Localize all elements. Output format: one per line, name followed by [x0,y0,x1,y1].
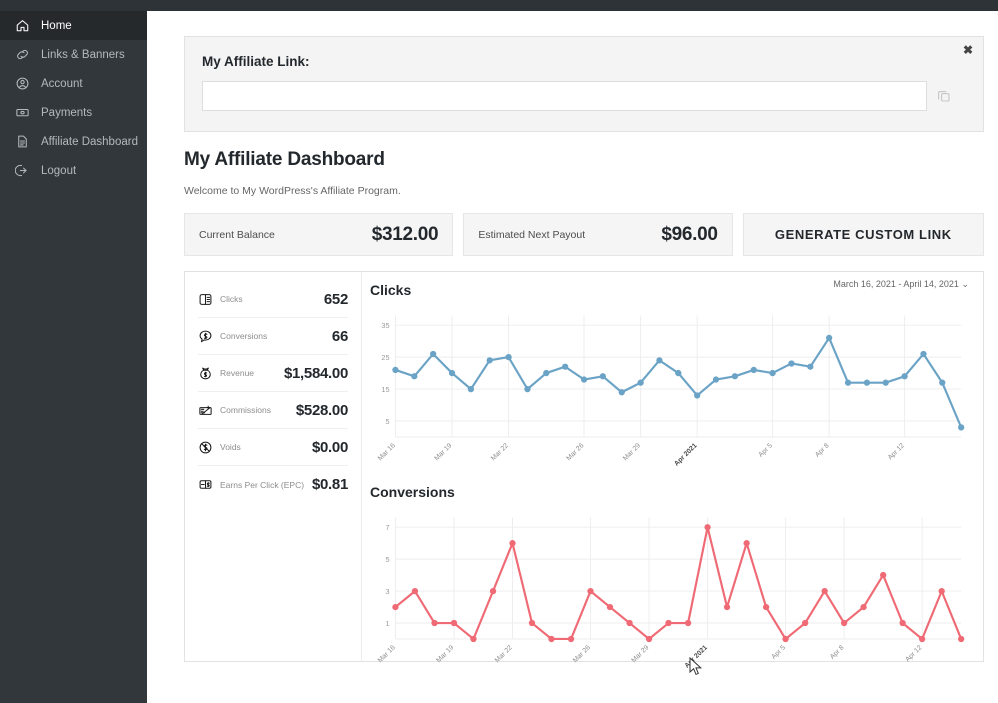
admin-top-bar [0,0,998,11]
svg-text:7: 7 [385,523,389,532]
svg-text:Apr 5: Apr 5 [757,442,774,459]
home-icon [12,16,32,36]
stat-row: Commissions$528.00 [198,392,348,429]
epc-icon [198,477,220,492]
sidebar-nav: Home Links & Banners Account Payments Affili… [0,11,147,703]
clicks-chart-header: Clicks March 16, 2021 - April 14, 2021 ⌄ [370,282,969,304]
stat-value: 66 [332,328,348,345]
document-icon [12,132,32,152]
svg-text:15: 15 [381,385,389,394]
sidebar-item-affiliate-dashboard[interactable]: Affiliate Dashboard [0,127,147,156]
stat-label: Conversions [220,331,332,341]
sidebar-item-label: Logout [41,165,76,177]
svg-text:Mar 29: Mar 29 [622,442,642,462]
conversions-icon [198,329,220,344]
welcome-text: Welcome to My WordPress's Affiliate Prog… [184,185,984,197]
chevron-down-icon: ⌄ [961,279,969,289]
copy-icon[interactable] [927,81,961,111]
stat-label: Revenue [220,368,284,378]
stat-value: $528.00 [296,402,348,419]
commissions-icon [198,403,220,418]
conversions-chart-header: Conversions [370,484,969,506]
summary-card-value: $312.00 [372,224,439,246]
affiliate-link-notice: ✖ My Affiliate Link: [184,36,984,132]
stat-label: Clicks [220,294,324,304]
stat-label: Voids [220,442,312,452]
sidebar-item-home[interactable]: Home [0,11,147,40]
stat-label: Earns Per Click (EPC) [220,480,312,490]
revenue-icon [198,366,220,381]
svg-text:25: 25 [381,353,389,362]
svg-text:Apr 2021: Apr 2021 [684,644,710,670]
svg-text:Mar 16: Mar 16 [377,644,397,664]
sidebar-item-links-banners[interactable]: Links & Banners [0,40,147,69]
svg-text:Mar 29: Mar 29 [630,644,650,664]
stat-row: Clicks652 [198,281,348,318]
svg-text:Apr 8: Apr 8 [814,442,831,459]
svg-text:Mar 16: Mar 16 [377,442,397,462]
conversions-chart-title: Conversions [370,484,969,500]
stats-list: Clicks652Conversions66Revenue$1,584.00Co… [185,272,362,661]
svg-text:5: 5 [385,555,389,564]
date-range-label: March 16, 2021 - April 14, 2021 [833,279,959,289]
clicks-chart[interactable]: 5 15 25 35 Mar 16 Mar 19 Mar 22 Mar 26 Mar 29 Apr… [370,304,969,476]
svg-text:Apr 5: Apr 5 [770,644,787,661]
affiliate-dashboard-page: Home Links & Banners Account Payments Affili… [0,0,998,703]
stats-and-charts-panel: Clicks652Conversions66Revenue$1,584.00Co… [184,271,984,662]
voids-icon [198,440,220,455]
generate-custom-link-button[interactable]: GENERATE CUSTOM LINK [743,213,984,256]
svg-text:35: 35 [381,321,389,330]
svg-text:Apr 8: Apr 8 [829,644,846,661]
affiliate-link-input[interactable] [202,81,927,111]
affiliate-link-row [202,81,961,111]
summary-card: Current Balance $312.00 [184,213,453,256]
sidebar-item-payments[interactable]: Payments [0,98,147,127]
charts-column: Clicks March 16, 2021 - April 14, 2021 ⌄… [362,272,983,661]
affiliate-link-label: My Affiliate Link: [202,54,961,69]
stat-row: Voids$0.00 [198,429,348,466]
sidebar-item-label: Links & Banners [41,49,125,61]
close-icon[interactable]: ✖ [963,44,973,56]
sidebar-item-account[interactable]: Account [0,69,147,98]
svg-text:1: 1 [385,619,389,628]
stat-row: Earns Per Click (EPC)$0.81 [198,466,348,503]
date-range-selector[interactable]: March 16, 2021 - April 14, 2021 ⌄ [833,279,969,290]
link-icon [12,45,32,65]
svg-text:Apr 2021: Apr 2021 [673,442,699,468]
summary-card-value: $96.00 [661,224,717,246]
svg-text:Mar 19: Mar 19 [433,442,453,462]
user-circle-icon [12,74,32,94]
conversions-chart[interactable]: 1 3 5 7 Mar 16 Mar 19 Mar 22 Mar 26 Mar 29 Apr 20… [370,506,969,678]
logout-icon [12,161,32,181]
main-content: ✖ My Affiliate Link: My Affiliate Dashbo… [147,11,998,703]
summary-cards-row: Current Balance $312.00 Estimated Next Pay… [184,213,984,256]
money-icon [12,103,32,123]
svg-text:Mar 26: Mar 26 [572,644,592,664]
summary-card-label: Current Balance [199,229,275,241]
svg-text:Apr 12: Apr 12 [904,644,923,663]
summary-card: Estimated Next Payout $96.00 [463,213,732,256]
svg-text:Mar 22: Mar 22 [490,442,510,462]
svg-text:Mar 26: Mar 26 [565,442,585,462]
svg-text:Apr 12: Apr 12 [887,442,906,461]
sidebar-item-label: Affiliate Dashboard [41,136,138,148]
stat-value: $0.00 [312,439,348,456]
page-title: My Affiliate Dashboard [184,149,984,171]
stat-label: Commissions [220,405,296,415]
sidebar-item-label: Account [41,78,83,90]
stat-value: 652 [324,291,348,308]
sidebar-item-label: Payments [41,107,92,119]
stat-row: Conversions66 [198,318,348,355]
svg-text:3: 3 [385,587,389,596]
clicks-icon [198,292,220,307]
sidebar-item-logout[interactable]: Logout [0,156,147,185]
svg-text:Mar 19: Mar 19 [435,644,455,664]
svg-text:5: 5 [385,417,389,426]
stat-value: $0.81 [312,476,348,493]
sidebar-item-label: Home [41,20,72,32]
svg-text:Mar 22: Mar 22 [494,644,514,664]
stat-value: $1,584.00 [284,365,348,382]
stat-row: Revenue$1,584.00 [198,355,348,392]
summary-card-label: Estimated Next Payout [478,229,585,241]
